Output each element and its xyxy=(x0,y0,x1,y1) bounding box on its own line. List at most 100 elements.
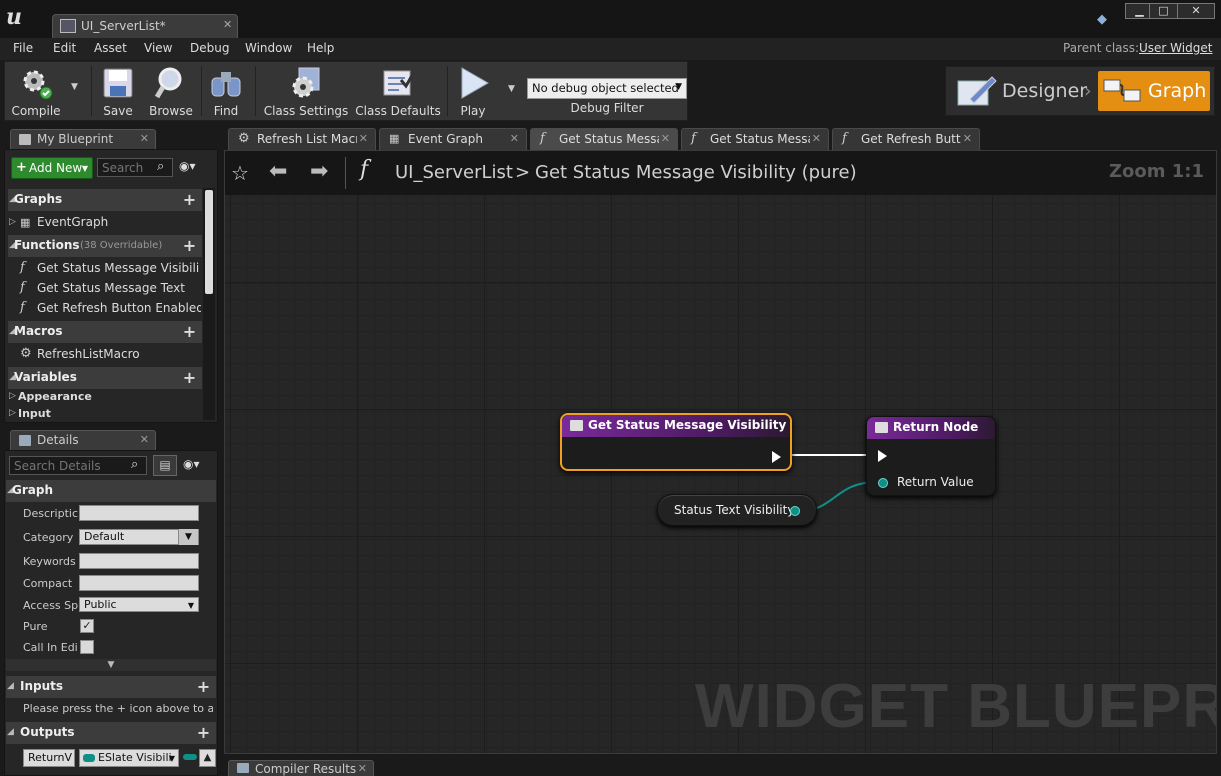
return-value-pin[interactable] xyxy=(878,478,888,488)
add-variable-icon[interactable]: + xyxy=(181,369,198,386)
menu-view[interactable]: View xyxy=(144,41,172,55)
debug-filter-label: Debug Filter xyxy=(570,101,644,115)
outputs-category-header[interactable]: ◢ Outputs + xyxy=(6,722,216,744)
compile-options-chevron-icon[interactable]: ▼ xyxy=(71,82,78,92)
expand-advanced-chevron-icon[interactable]: ▼ xyxy=(6,659,216,671)
macros-category-header[interactable]: ◢ Macros + xyxy=(8,321,202,343)
menu-file[interactable]: File xyxy=(13,41,33,55)
function-item[interactable]: f Get Status Message Visibili xyxy=(8,259,202,279)
tab-get-status-message-visibility[interactable]: f Get Status Messag ✕ xyxy=(530,128,678,150)
macros-header-label: Macros xyxy=(14,324,63,338)
menu-debug[interactable]: Debug xyxy=(190,41,229,55)
scrollbar-thumb[interactable] xyxy=(205,190,213,294)
chevron-down-icon[interactable]: ▼ xyxy=(178,529,198,545)
property-matrix-icon[interactable]: ▤ xyxy=(153,455,177,476)
functions-category-header[interactable]: ◢ Functions (38 Overridable) + xyxy=(8,235,202,257)
parent-class-link[interactable]: User Widget xyxy=(1139,41,1212,55)
tab-event-graph[interactable]: ▦ Event Graph ✕ xyxy=(379,128,527,150)
add-graph-icon[interactable]: + xyxy=(181,191,198,208)
function-item[interactable]: f Get Refresh Button Enabled xyxy=(8,299,202,319)
graph-category-header[interactable]: ◢ Graph xyxy=(6,480,216,502)
description-field[interactable] xyxy=(79,505,199,521)
tab-label: Event Graph xyxy=(408,132,483,146)
toolbar-separator xyxy=(201,66,202,116)
find-button[interactable]: Find xyxy=(203,62,249,120)
variable-getter-label: Status Text Visibility xyxy=(674,503,795,517)
output-type-select[interactable]: ESlate Visibili ▼ xyxy=(79,749,179,767)
macro-item-label: RefreshListMacro xyxy=(37,347,140,361)
close-tab-icon[interactable]: ✕ xyxy=(140,433,149,446)
close-tab-icon[interactable]: ✕ xyxy=(812,132,821,145)
close-tab-icon[interactable]: ✕ xyxy=(140,132,149,145)
details-tab[interactable]: Details ✕ xyxy=(10,430,156,450)
variable-category-input[interactable]: ▷ Input xyxy=(8,407,202,422)
compact-title-field[interactable] xyxy=(79,575,199,591)
compiler-results-tab[interactable]: Compiler Results ✕ xyxy=(228,760,374,776)
class-settings-button[interactable]: Class Settings xyxy=(261,62,351,120)
unreal-logo-icon: u xyxy=(6,4,22,30)
close-tab-icon[interactable]: ✕ xyxy=(661,132,670,145)
designer-mode-button[interactable]: Designer › xyxy=(954,71,1092,111)
play-options-chevron-icon[interactable]: ▼ xyxy=(508,84,515,94)
close-window-button[interactable]: ✕ xyxy=(1177,3,1215,19)
debug-object-select[interactable]: No debug object selected ▼ xyxy=(527,78,687,99)
eye-visibility-icon[interactable]: ◉▾ xyxy=(183,457,200,471)
function-entry-node[interactable]: Get Status Message Visibility xyxy=(560,413,792,471)
menu-help[interactable]: Help xyxy=(307,41,334,55)
add-new-button[interactable]: + Add New ▼ xyxy=(11,157,93,179)
close-tab-icon[interactable]: ✕ xyxy=(223,18,232,31)
exec-output-pin[interactable] xyxy=(772,451,781,463)
class-settings-label: Class Settings xyxy=(263,104,349,118)
return-node[interactable]: Return Node Return Value xyxy=(866,416,996,496)
play-button[interactable]: Play xyxy=(450,62,496,120)
menu-window[interactable]: Window xyxy=(245,41,292,55)
category-combo[interactable]: Default ▼ xyxy=(79,529,199,545)
search-icon[interactable]: ⌕ xyxy=(131,457,138,472)
graph-item-eventgraph[interactable]: ▷ ▦ EventGraph xyxy=(8,213,202,233)
function-item[interactable]: f Get Status Message Text xyxy=(8,279,202,299)
search-icon[interactable]: ⌕ xyxy=(157,159,164,174)
call-in-editor-checkbox[interactable] xyxy=(80,640,94,654)
graph-canvas[interactable]: ☆ ⬅ ➡ f UI_ServerList > Get Status Messa… xyxy=(224,150,1217,754)
tab-get-refresh-button-enabled[interactable]: f Get Refresh Button ✕ xyxy=(832,128,980,150)
add-macro-icon[interactable]: + xyxy=(181,323,198,340)
maximize-button[interactable]: □ xyxy=(1149,3,1178,19)
close-tab-icon[interactable]: ✕ xyxy=(359,132,368,145)
my-blueprint-tab[interactable]: My Blueprint ✕ xyxy=(10,129,156,149)
close-tab-icon[interactable]: ✕ xyxy=(963,132,972,145)
eye-visibility-icon[interactable]: ◉▾ xyxy=(179,159,196,173)
macro-item[interactable]: ⚙ RefreshListMacro xyxy=(8,345,202,365)
tab-refresh-list-macro[interactable]: ⚙ Refresh List Macro ✕ xyxy=(228,128,376,150)
variable-output-pin[interactable] xyxy=(790,506,800,516)
variable-category-appearance[interactable]: ▷ Appearance xyxy=(8,389,202,406)
save-button[interactable]: Save xyxy=(94,62,142,120)
add-input-icon[interactable]: + xyxy=(195,678,212,695)
close-tab-icon[interactable]: ✕ xyxy=(510,132,519,145)
close-tab-icon[interactable]: ✕ xyxy=(358,762,367,775)
compile-button[interactable]: Compile xyxy=(7,62,65,120)
variables-category-header[interactable]: ◢ Variables + xyxy=(8,367,202,389)
inputs-hint-text: Please press the + icon above to ad xyxy=(23,702,213,715)
move-up-button[interactable]: ▲ xyxy=(199,749,216,767)
help-icon[interactable]: ◆ xyxy=(1097,12,1113,27)
graph-mode-button[interactable]: Graph xyxy=(1098,71,1210,111)
scrollbar-track[interactable] xyxy=(203,188,215,420)
macro-gear-icon: ⚙ xyxy=(238,131,250,146)
tab-get-status-message-text[interactable]: f Get Status Messag ✕ xyxy=(681,128,829,150)
inputs-category-header[interactable]: ◢ Inputs + xyxy=(6,676,216,698)
add-function-icon[interactable]: + xyxy=(181,237,198,254)
details-search-input[interactable] xyxy=(9,456,147,475)
output-name-field[interactable]: ReturnV xyxy=(23,749,75,767)
graphs-category-header[interactable]: ◢ Graphs + xyxy=(8,189,202,211)
menu-edit[interactable]: Edit xyxy=(53,41,76,55)
exec-input-pin[interactable] xyxy=(878,450,887,462)
variable-getter-node[interactable]: Status Text Visibility xyxy=(657,494,817,526)
add-output-icon[interactable]: + xyxy=(195,724,212,741)
menu-asset[interactable]: Asset xyxy=(94,41,127,55)
document-tab[interactable]: UI_ServerList* ✕ xyxy=(52,14,238,38)
access-specifier-select[interactable]: Public ▼ xyxy=(79,597,199,612)
class-defaults-button[interactable]: Class Defaults xyxy=(355,62,441,120)
browse-button[interactable]: Browse xyxy=(145,62,197,120)
pure-checkbox[interactable]: ✓ xyxy=(80,619,94,633)
keywords-field[interactable] xyxy=(79,553,199,569)
